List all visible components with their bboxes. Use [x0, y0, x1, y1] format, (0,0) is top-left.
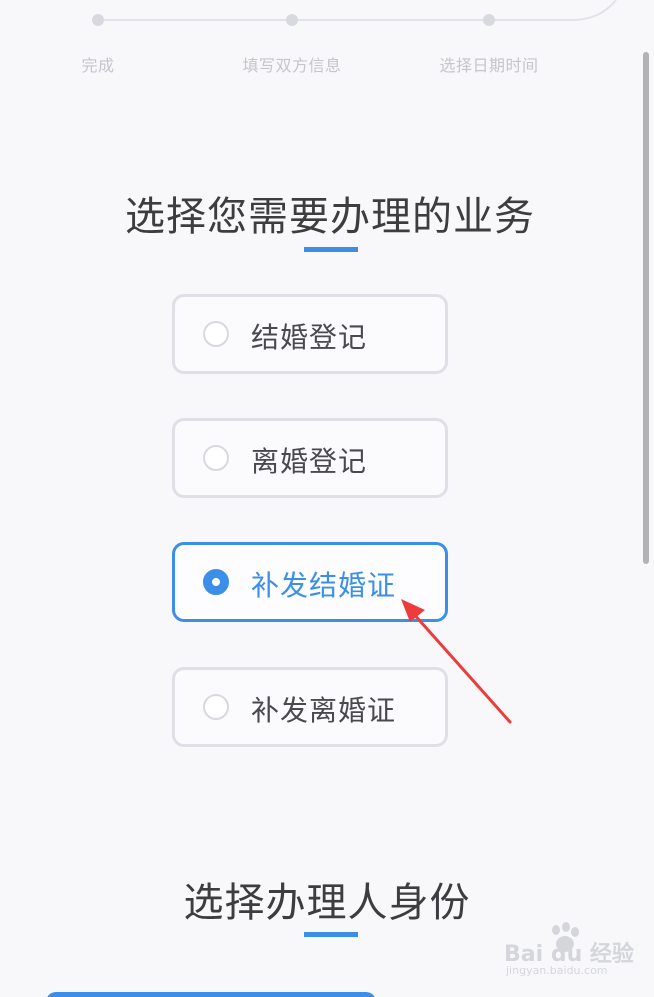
- option-label: 离婚登记: [251, 445, 368, 478]
- step-label-select-date: 选择日期时间: [439, 56, 539, 75]
- annotation-arrow-icon: [401, 599, 512, 724]
- option-label: 补发离婚证: [251, 694, 397, 727]
- step-dot-1: [92, 14, 104, 26]
- watermark-url: jingyan.baidu.com: [506, 964, 608, 977]
- business-section-title: 选择您需要办理的业务: [125, 194, 535, 240]
- scrollbar[interactable]: [643, 52, 649, 564]
- option-label: 补发结婚证: [251, 569, 397, 602]
- progress-stepper: [92, 0, 617, 26]
- identity-title-underline: [304, 932, 358, 937]
- radio-icon[interactable]: [203, 445, 229, 471]
- radio-icon[interactable]: [203, 321, 229, 347]
- page: 完成 填写双方信息 选择日期时间 选择您需要办理的业务 结婚登记 离婚登记 补发…: [0, 0, 654, 997]
- radio-icon[interactable]: [203, 694, 229, 720]
- option-label: 结婚登记: [251, 321, 368, 354]
- radio-checked-icon[interactable]: [203, 569, 229, 595]
- identity-section-title: 选择办理人身份: [183, 880, 471, 926]
- option-reissue-marriage-certificate[interactable]: 补发结婚证: [172, 542, 448, 622]
- step-dot-3: [483, 14, 495, 26]
- option-reissue-divorce-certificate[interactable]: 补发离婚证: [172, 667, 448, 747]
- baidu-jingyan-watermark: Bai du 经验 jingyan.baidu.com: [500, 922, 634, 982]
- option-marriage-registration[interactable]: 结婚登记: [172, 294, 448, 374]
- business-title-underline: [304, 247, 358, 252]
- step-label-fill-info: 填写双方信息: [242, 56, 342, 75]
- identity-option-button[interactable]: [46, 992, 376, 997]
- option-divorce-registration[interactable]: 离婚登记: [172, 418, 448, 498]
- step-dot-2: [286, 14, 298, 26]
- stepper-track-curve: [571, 0, 617, 21]
- step-label-complete: 完成: [81, 56, 115, 75]
